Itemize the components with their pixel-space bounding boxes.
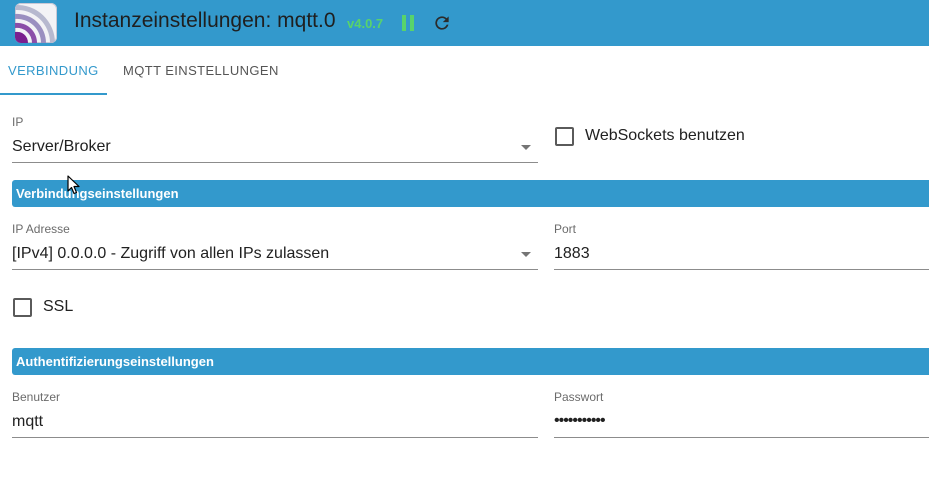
version-badge: v4.0.7 (347, 16, 384, 31)
connection-settings-header: Verbindungseinstellungen (12, 180, 929, 207)
ip-address-select[interactable]: [IPv4] 0.0.0.0 - Zugriff von allen IPs z… (12, 237, 538, 269)
auth-settings-title: Authentifizierungseinstellungen (16, 354, 214, 369)
auth-settings-header: Authentifizierungseinstellungen (12, 348, 929, 375)
active-tab-indicator (0, 93, 107, 95)
tab-bar: Verbindung MQTT Einstellungen (0, 46, 929, 96)
user-underline (12, 437, 538, 438)
pause-icon[interactable] (400, 14, 416, 32)
ip-select-value: Server/Broker (12, 138, 111, 155)
mqtt-logo-icon (15, 3, 57, 43)
ip-select[interactable]: Server/Broker (12, 130, 538, 162)
chevron-down-icon (521, 252, 531, 257)
user-label: Benutzer (12, 390, 61, 404)
password-underline (554, 437, 929, 438)
restart-icon[interactable] (432, 12, 452, 34)
chevron-down-icon (521, 145, 531, 150)
ip-address-label: IP Adresse (12, 222, 70, 236)
tab-verbindung[interactable]: Verbindung (8, 46, 99, 94)
ssl-label[interactable]: SSL (43, 298, 73, 316)
port-label: Port (554, 222, 577, 236)
user-input[interactable]: mqtt (12, 413, 532, 431)
tab-mqtt-einstellungen[interactable]: MQTT Einstellungen (123, 46, 279, 94)
ip-select-underline (12, 162, 538, 163)
websockets-label[interactable]: WebSockets benutzen (585, 127, 745, 145)
ip-address-underline (12, 269, 538, 270)
mouse-cursor-icon (67, 175, 81, 195)
password-label: Passwort (554, 390, 604, 404)
ssl-checkbox[interactable] (13, 298, 32, 317)
port-input[interactable]: 1883 (554, 245, 924, 263)
page-title: Instanzeinstellungen: mqtt.0 (74, 9, 336, 32)
ip-label: IP (12, 115, 24, 129)
websockets-checkbox[interactable] (555, 127, 574, 146)
port-underline (554, 269, 929, 270)
ip-address-value: [IPv4] 0.0.0.0 - Zugriff von allen IPs z… (12, 245, 330, 262)
password-input[interactable]: ••••••••••• (554, 412, 924, 430)
connection-settings-title: Verbindungseinstellungen (16, 186, 179, 201)
top-bar: Instanzeinstellungen: mqtt.0 v4.0.7 (0, 0, 929, 46)
